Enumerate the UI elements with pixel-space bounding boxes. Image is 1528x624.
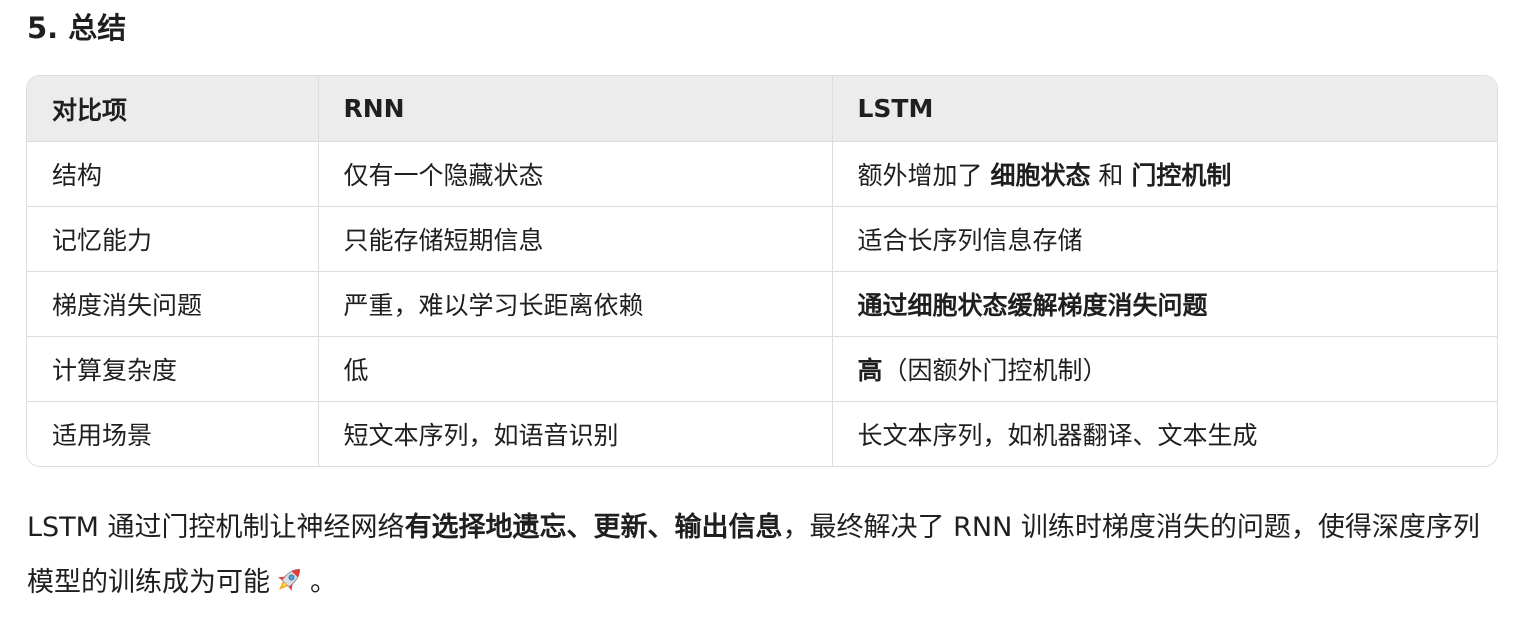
comparison-table: 对比项 RNN LSTM 结构 仅有一个隐藏状态 额外增加了 细胞状态 和 门控… — [26, 75, 1498, 467]
cell-lstm: 通过细胞状态缓解梯度消失问题 — [832, 271, 1497, 337]
section-heading: 5. 总结 — [27, 11, 127, 45]
table-row: 梯度消失问题 严重，难以学习长距离依赖 通过细胞状态缓解梯度消失问题 — [27, 271, 1497, 337]
cell-item: 计算复杂度 — [27, 336, 319, 402]
cell-rnn: 短文本序列，如语音识别 — [318, 401, 833, 466]
table-row: 计算复杂度 低 高（因额外门控机制） — [27, 336, 1497, 402]
cell-lstm: 额外增加了 细胞状态 和 门控机制 — [832, 141, 1497, 207]
cell-rnn: 低 — [318, 336, 833, 402]
summary-bold-text: 有选择地遗忘、更新、输出信息 — [404, 512, 783, 543]
cell-text: 额外增加了 — [857, 161, 991, 190]
summary-end: 。 — [310, 567, 337, 598]
cell-rnn: 仅有一个隐藏状态 — [318, 141, 833, 207]
cell-item: 适用场景 — [27, 401, 319, 466]
cell-lstm: 长文本序列，如机器翻译、文本生成 — [857, 421, 1258, 450]
cell-lstm: 高（因额外门控机制） — [832, 336, 1497, 402]
table-header-row: 对比项 RNN LSTM — [27, 76, 1497, 142]
cell-bold-text: 高 — [857, 356, 883, 385]
table-row: 结构 仅有一个隐藏状态 额外增加了 细胞状态 和 门控机制 — [27, 141, 1497, 207]
table-row: 适用场景 短文本序列，如语音识别 长文本序列，如机器翻译、文本生成 — [27, 401, 1497, 466]
column-header-item: 对比项 — [27, 76, 319, 142]
rocket-icon — [272, 561, 306, 595]
cell-rnn: 严重，难以学习长距离依赖 — [318, 271, 833, 337]
table-row: 记忆能力 只能存储短期信息 适合长序列信息存储 — [27, 206, 1497, 272]
column-header-lstm: LSTM — [832, 76, 1497, 142]
cell-lstm: 适合长序列信息存储 — [832, 206, 1497, 272]
cell-item: 梯度消失问题 — [27, 271, 319, 337]
summary-text: LSTM 通过门控机制让神经网络 — [27, 512, 405, 543]
cell-text: （因额外门控机制） — [882, 356, 1108, 385]
cell-item: 记忆能力 — [27, 206, 319, 272]
cell-rnn: 只能存储短期信息 — [318, 206, 833, 272]
cell-bold-text: 细胞状态 — [990, 161, 1091, 190]
summary-paragraph: LSTM 通过门控机制让神经网络有选择地遗忘、更新、输出信息，最终解决了 RNN… — [27, 500, 1497, 610]
column-header-rnn: RNN — [318, 76, 833, 142]
cell-text: 和 — [1090, 161, 1132, 190]
cell-bold-text: 通过细胞状态缓解梯度消失问题 — [857, 291, 1208, 320]
cell-item: 结构 — [27, 141, 319, 207]
cell-bold-text: 门控机制 — [1131, 161, 1232, 190]
